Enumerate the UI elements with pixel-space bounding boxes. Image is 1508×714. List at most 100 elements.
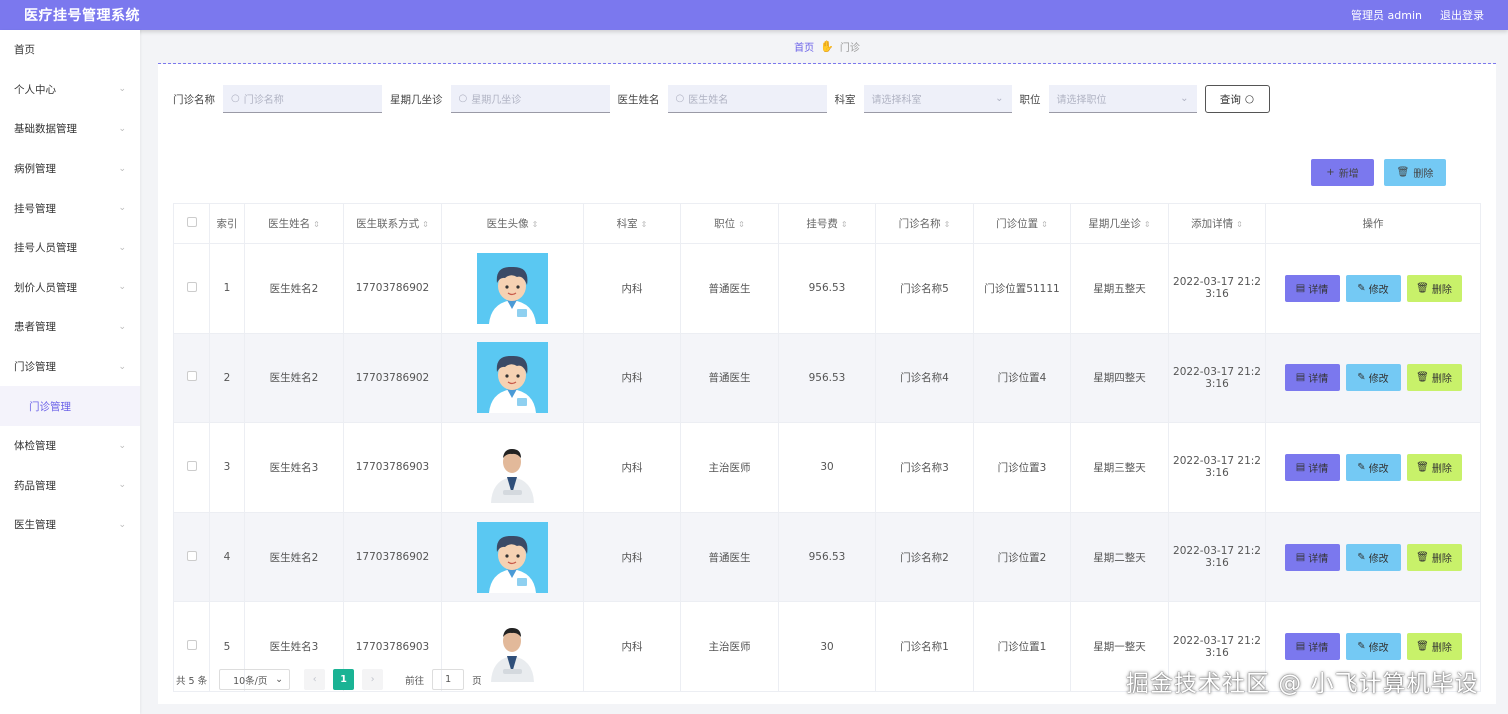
column-header[interactable]: 医生联系方式 ⇕ xyxy=(343,203,442,244)
cell-location: 门诊位置2 xyxy=(973,511,1071,603)
delete-button[interactable]: 🗑 删除 xyxy=(1406,453,1462,481)
cell-fee: 30 xyxy=(778,422,876,513)
table-row[interactable]: 1 医生姓名2 17703786902 内科 普通医生 956.53 门诊名称5 门诊位置51… xyxy=(173,243,1481,334)
sidebar-item[interactable]: 患者管理 ⌄ xyxy=(0,307,140,347)
column-header[interactable]: 职位 ⇕ xyxy=(680,203,779,244)
cell-doctor-name: 医生姓名2 xyxy=(244,511,344,603)
table-row[interactable]: 3 医生姓名3 17703786903 内科 主治医师 30 门诊名称3 门诊位置3 星期三整天… xyxy=(173,422,1481,513)
column-header-label: 星期几坐诊 xyxy=(1088,218,1141,230)
prev-page-button[interactable]: ‹ xyxy=(304,669,326,690)
detail-button[interactable]: ▤ 详情 xyxy=(1284,453,1340,481)
cell-index-text: 2 xyxy=(223,371,231,384)
cell-phone: 17703786902 xyxy=(343,511,442,603)
sidebar-item-label: 医生管理 xyxy=(14,519,56,532)
search-icon: ○ xyxy=(231,93,240,104)
column-header[interactable]: 添加详情 ⇕ xyxy=(1168,203,1266,244)
row-checkbox[interactable] xyxy=(186,550,197,561)
sidebar-item[interactable]: 划价人员管理 ⌄ xyxy=(0,268,140,308)
column-header: 索引 xyxy=(209,203,245,244)
sidebar-item[interactable]: 首页 xyxy=(0,30,140,70)
column-header[interactable]: 门诊名称 ⇕ xyxy=(875,203,974,244)
column-header-label: 挂号费 xyxy=(806,218,838,230)
detail-button[interactable]: ▤ 详情 xyxy=(1284,543,1340,571)
sidebar-item[interactable]: 门诊管理 ⌄ xyxy=(0,347,140,387)
sort-icon[interactable]: ⇕ xyxy=(1041,220,1048,229)
sidebar-item[interactable]: 挂号管理 ⌄ xyxy=(0,188,140,228)
cell-index: 3 xyxy=(209,422,245,513)
sidebar-item[interactable]: 个人中心 ⌄ xyxy=(0,70,140,110)
chevron-down-icon: ⌄ xyxy=(118,321,126,332)
doctor-search-input[interactable]: ○ 医生姓名 xyxy=(667,85,827,113)
detail-button[interactable]: ▤ 详情 xyxy=(1284,274,1340,302)
table-row[interactable]: 4 医生姓名2 17703786902 内科 普通医生 956.53 门诊名称2 门诊位置2 星… xyxy=(173,511,1481,603)
cell-location: 门诊位置3 xyxy=(973,422,1071,513)
add-button[interactable]: + 新增 xyxy=(1311,159,1374,186)
column-header[interactable]: 医生头像 ⇕ xyxy=(441,203,584,244)
batch-delete-button[interactable]: 🗑 删除 xyxy=(1384,159,1446,186)
sidebar-item[interactable]: 体检管理 ⌄ xyxy=(0,426,140,466)
select-all-checkbox[interactable] xyxy=(186,217,197,227)
week-search-input[interactable]: ○ 星期几坐诊 xyxy=(450,85,610,113)
title-select[interactable]: 请选择职位 ⌄ xyxy=(1048,85,1197,113)
breadcrumb-home[interactable]: 首页 xyxy=(794,39,814,54)
column-header[interactable]: 星期几坐诊 ⇕ xyxy=(1070,203,1169,244)
delete-button[interactable]: 🗑 删除 xyxy=(1406,274,1462,302)
sort-icon[interactable]: ⇕ xyxy=(422,220,429,229)
detail-button[interactable]: ▤ 详情 xyxy=(1284,633,1340,661)
table-row[interactable]: 2 医生姓名2 17703786902 内科 普通医生 956.53 门诊名称4 门诊位置4 星… xyxy=(173,332,1481,424)
pencil-icon: ✎ xyxy=(1357,461,1366,473)
delete-button[interactable]: 🗑 删除 xyxy=(1406,364,1462,392)
delete-button[interactable]: 🗑 删除 xyxy=(1406,633,1462,661)
column-header[interactable]: 医生姓名 ⇕ xyxy=(244,203,344,244)
row-checkbox[interactable] xyxy=(186,281,197,292)
logout-link[interactable]: 退出登录 xyxy=(1440,7,1484,23)
query-button[interactable]: 查询 ○ xyxy=(1204,85,1270,113)
edit-button[interactable]: ✎ 修改 xyxy=(1345,453,1401,481)
sort-icon[interactable]: ⇕ xyxy=(841,220,848,229)
cell-week: 星期五整天 xyxy=(1070,243,1169,334)
next-page-button[interactable]: › xyxy=(362,669,384,690)
user-label[interactable]: 管理员 admin xyxy=(1351,7,1422,23)
sidebar-item[interactable]: 医生管理 ⌄ xyxy=(0,505,140,545)
cell-index-text: 1 xyxy=(223,282,231,295)
doctor-avatar xyxy=(477,252,548,324)
sort-icon[interactable]: ⇕ xyxy=(313,220,320,229)
detail-button[interactable]: ▤ 详情 xyxy=(1284,364,1340,392)
goto-page-input[interactable]: 1 xyxy=(432,669,465,690)
sidebar-item[interactable]: 药品管理 ⌄ xyxy=(0,466,140,506)
edit-button[interactable]: ✎ 修改 xyxy=(1345,633,1401,661)
edit-button[interactable]: ✎ 修改 xyxy=(1345,543,1401,571)
cell-avatar xyxy=(441,422,584,513)
dept-select[interactable]: 请选择科室 ⌄ xyxy=(863,85,1012,113)
cell-index-text: 4 xyxy=(223,551,231,564)
sidebar-item[interactable]: 挂号人员管理 ⌄ xyxy=(0,228,140,268)
sort-icon[interactable]: ⇕ xyxy=(1236,220,1243,229)
document-icon: ▤ xyxy=(1295,641,1306,653)
page-number[interactable]: 1 xyxy=(333,669,355,690)
row-checkbox[interactable] xyxy=(186,460,197,471)
sort-icon[interactable]: ⇕ xyxy=(532,220,539,229)
edit-button[interactable]: ✎ 修改 xyxy=(1345,274,1401,302)
column-header-label: 职位 xyxy=(714,218,736,230)
column-header[interactable]: 门诊位置 ⇕ xyxy=(973,203,1071,244)
column-header[interactable]: 挂号费 ⇕ xyxy=(778,203,876,244)
sort-icon[interactable]: ⇕ xyxy=(944,220,951,229)
cell-title: 普通医生 xyxy=(680,511,779,603)
column-header[interactable]: 科室 ⇕ xyxy=(583,203,681,244)
delete-button[interactable]: 🗑 删除 xyxy=(1406,543,1462,571)
clinic-search-input[interactable]: ○ 门诊名称 xyxy=(223,85,382,113)
sort-icon[interactable]: ⇕ xyxy=(641,220,648,229)
doctor-avatar xyxy=(477,342,548,414)
sidebar-subitem[interactable]: 门诊管理 xyxy=(0,386,140,426)
sort-icon[interactable]: ⇕ xyxy=(738,220,745,229)
row-checkbox[interactable] xyxy=(186,371,197,382)
row-checkbox[interactable] xyxy=(186,640,197,651)
cell-dept: 内科 xyxy=(583,243,681,334)
sidebar-item[interactable]: 基础数据管理 ⌄ xyxy=(0,109,140,149)
cell-avatar xyxy=(441,243,584,334)
page-size-select[interactable]: 10条/页 ⌄ xyxy=(219,669,291,690)
edit-button[interactable]: ✎ 修改 xyxy=(1345,364,1401,392)
sort-icon[interactable]: ⇕ xyxy=(1144,220,1151,229)
cell-actions: ▤ 详情 ✎ 修改 🗑 删除 xyxy=(1265,243,1481,334)
sidebar-item[interactable]: 病例管理 ⌄ xyxy=(0,149,140,189)
